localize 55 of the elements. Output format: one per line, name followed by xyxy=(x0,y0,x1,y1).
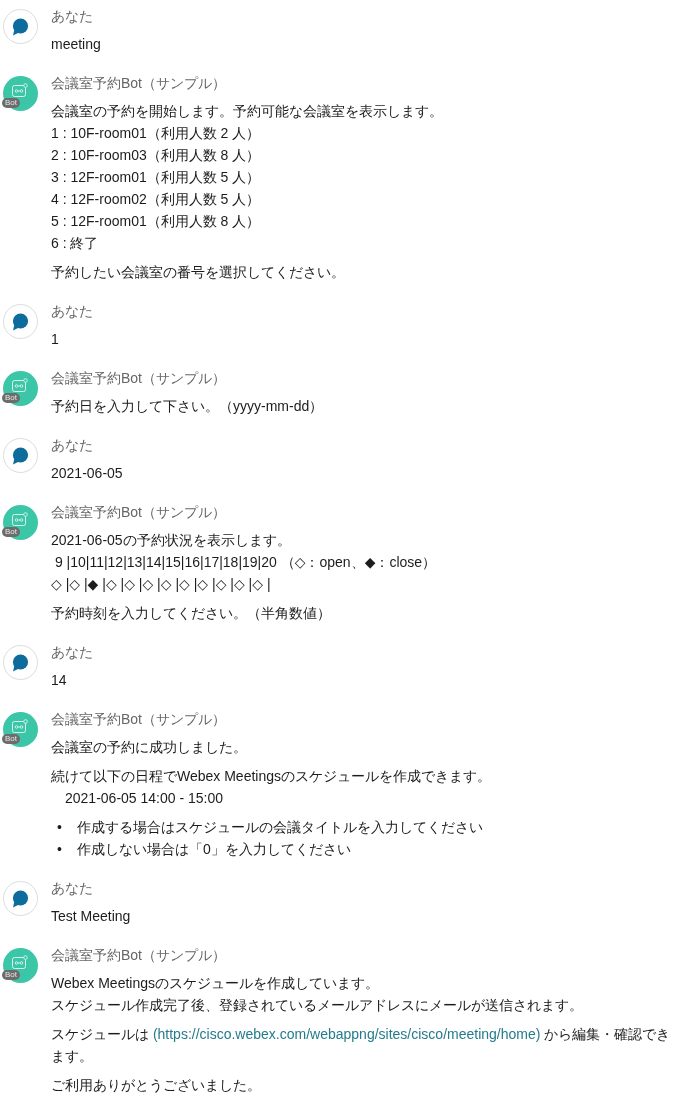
sender-name: 会議室予約Bot（サンプル） xyxy=(51,74,227,93)
speech-bubble-icon xyxy=(3,645,38,680)
robot-icon xyxy=(3,948,38,983)
sender-name: 会議室予約Bot（サンプル） xyxy=(51,710,227,729)
message-text: 5 : 12F-room01（利用人数 8 人） xyxy=(51,212,262,231)
sender-name: あなた xyxy=(51,7,94,26)
message-text: 会議室の予約に成功しました。 xyxy=(51,738,248,757)
message-text: 会議室の予約を開始します。予約可能な会議室を表示します。 xyxy=(51,102,444,121)
robot-icon xyxy=(3,371,38,406)
message-text: 予約時刻を入力してください。（半角数値） xyxy=(51,604,332,623)
sender-name: 会議室予約Bot（サンプル） xyxy=(51,503,227,522)
message-text: 3 : 12F-room01（利用人数 5 人） xyxy=(51,168,262,187)
sender-name: あなた xyxy=(51,879,94,898)
bullet-marker: • xyxy=(57,818,62,837)
sender-name: あなた xyxy=(51,436,94,455)
bot-badge: Bot xyxy=(2,734,20,744)
message-text: 予約日を入力して下さい。（yyyy-mm-dd） xyxy=(51,397,325,416)
speech-bubble-icon xyxy=(3,304,38,339)
robot-icon xyxy=(3,76,38,111)
speech-bubble-icon xyxy=(3,881,38,916)
message-text: 4 : 12F-room02（利用人数 5 人） xyxy=(51,190,262,209)
message-text: 2 : 10F-room03（利用人数 8 人） xyxy=(51,146,262,165)
url-link[interactable]: (https://cisco.webex.com/webappng/sites/cisco/meeting/home) xyxy=(152,1026,541,1042)
message-text: 続けて以下の日程でWebex Meetingsのスケジュールを作成できます。 xyxy=(51,767,492,786)
bot-badge: Bot xyxy=(2,98,20,108)
message-text: スケジュールは (https://cisco.webex.com/webappng/sites/cisco/meeting/home) から編集・確認できます。 xyxy=(51,1025,672,1066)
message-text: 作成しない場合は「0」を入力してください xyxy=(76,840,351,859)
message-text: 2021-06-05 xyxy=(51,464,124,483)
speech-bubble-icon xyxy=(3,438,38,473)
message-text: 2021-06-05の予約状況を表示します。 xyxy=(51,531,292,550)
bullet-marker: • xyxy=(57,840,62,859)
message-text: 6 : 終了 xyxy=(51,234,100,253)
bot-badge: Bot xyxy=(2,970,20,980)
message-text: Test Meeting xyxy=(51,907,132,926)
message-text: 予約したい会議室の番号を選択してください。 xyxy=(51,263,346,282)
message-text: Webex Meetingsのスケジュールを作成しています。 xyxy=(51,974,380,993)
message-text: 1 xyxy=(51,330,60,349)
speech-bubble-icon xyxy=(3,9,38,44)
message-text: ご利用ありがとうございました。 xyxy=(51,1076,262,1095)
message-text: ◇ |◇ |◆ |◇ |◇ |◇ |◇ |◇ |◇ |◇ |◇ |◇ | xyxy=(51,575,272,594)
message-text: 2021-06-05 14:00 - 15:00 xyxy=(65,789,224,808)
message-text: 作成する場合はスケジュールの会議タイトルを入力してください xyxy=(76,818,483,837)
message-text: 1 : 10F-room01（利用人数 2 人） xyxy=(51,124,262,143)
sender-name: 会議室予約Bot（サンプル） xyxy=(51,369,227,388)
message-text: meeting xyxy=(51,35,102,54)
sender-name: 会議室予約Bot（サンプル） xyxy=(51,946,227,965)
sender-name: あなた xyxy=(51,643,94,662)
message-text: 9 |10|11|12|13|14|15|16|17|18|19|20 （◇：open、◆：close） xyxy=(53,553,438,572)
sender-name: あなた xyxy=(51,302,94,321)
robot-icon xyxy=(3,505,38,540)
bot-badge: Bot xyxy=(2,393,20,403)
robot-icon xyxy=(3,712,38,747)
message-text: 14 xyxy=(51,671,68,690)
message-text: スケジュール作成完了後、登録されているメールアドレスにメールが送信されます。 xyxy=(51,996,584,1015)
bot-badge: Bot xyxy=(2,527,20,537)
